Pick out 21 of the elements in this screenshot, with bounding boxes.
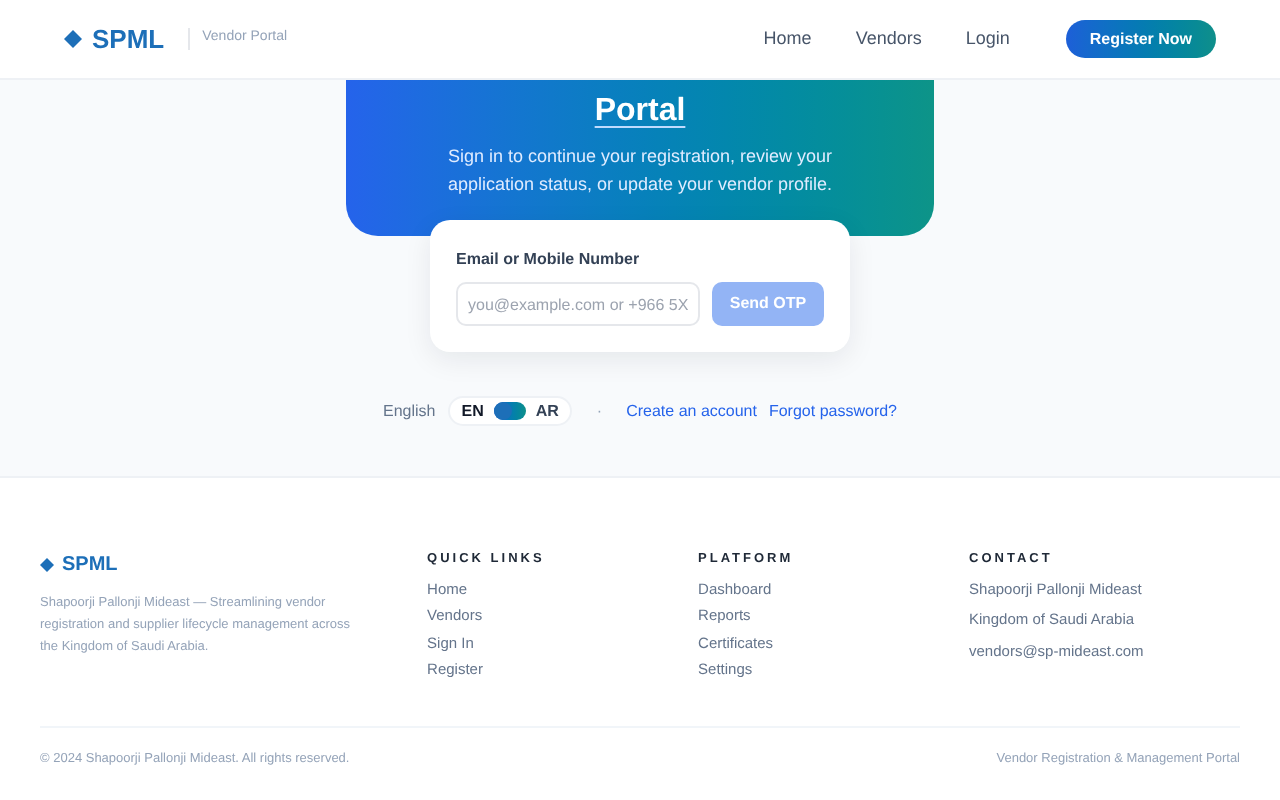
nav-link[interactable]: Home	[763, 25, 812, 53]
language-option[interactable]: EN	[461, 399, 484, 423]
hero-title: Portal	[594, 92, 686, 132]
account-link[interactable]: Create an account	[626, 399, 757, 423]
language-toggle[interactable]: EN AR	[447, 396, 573, 426]
toggle-thumb[interactable]	[493, 402, 512, 420]
separator-dot: ·	[596, 399, 603, 423]
email-field[interactable]: you@example.com or +966 5X	[456, 282, 700, 326]
brand-logo[interactable]: SPML	[92, 19, 165, 59]
language-option[interactable]: AR	[535, 399, 559, 423]
account-link[interactable]: Forgot password?	[768, 399, 897, 423]
diamond-icon	[64, 30, 82, 48]
nav-link[interactable]: Login	[965, 25, 1010, 53]
language-label: English	[382, 399, 436, 423]
nav-link[interactable]: Vendors	[855, 25, 922, 53]
toggle-switch[interactable]	[493, 402, 526, 420]
hero-text: Sign in to continue your registration, review your application status, or update your vendor profile.	[445, 144, 835, 198]
field-label: Email or Mobile Number	[456, 248, 642, 272]
register-button[interactable]: Register Now	[1065, 20, 1216, 58]
footer-brand: SPML	[62, 552, 118, 580]
diamond-icon	[40, 558, 54, 572]
